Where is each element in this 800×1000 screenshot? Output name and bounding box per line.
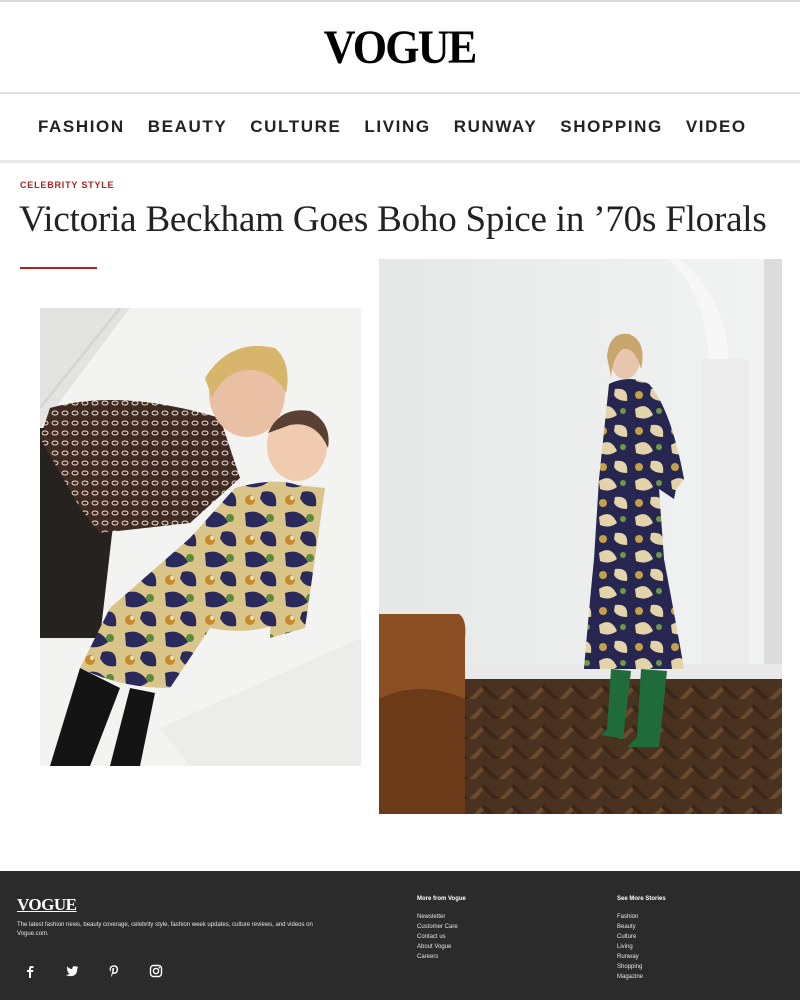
footer-more-heading: More from Vogue	[417, 896, 466, 902]
article-headline: Victoria Beckham Goes Boho Spice in ’70s…	[19, 199, 767, 240]
nav-item-culture[interactable]: CULTURE	[250, 117, 341, 137]
instagram-icon[interactable]	[148, 963, 164, 979]
article-rubric[interactable]: CELEBRITY STYLE	[20, 180, 114, 190]
footer-description: The latest fashion news, beauty coverage…	[17, 922, 313, 937]
nav-divider	[0, 160, 800, 163]
footer-link-about[interactable]: About Vogue	[417, 942, 466, 952]
footer-link-culture[interactable]: Culture	[617, 932, 666, 942]
nav-item-beauty[interactable]: BEAUTY	[148, 117, 228, 137]
vogue-logo[interactable]: VOGUE	[324, 20, 478, 75]
footer-link-contact[interactable]: Contact us	[417, 932, 466, 942]
social-links	[22, 963, 190, 979]
nav-item-video[interactable]: VIDEO	[686, 117, 747, 137]
footer-link-careers[interactable]: Careers	[417, 952, 466, 962]
nav-item-runway[interactable]: RUNWAY	[454, 117, 538, 137]
nav-item-living[interactable]: LIVING	[364, 117, 430, 137]
footer-link-shopping[interactable]: Shopping	[617, 962, 666, 972]
pinterest-icon[interactable]	[106, 963, 122, 979]
footer-link-magazine[interactable]: Magazine	[617, 972, 666, 982]
footer-stories-heading: See More Stories	[617, 896, 666, 902]
footer-logo[interactable]: VOGUE	[17, 895, 77, 915]
footer-link-beauty[interactable]: Beauty	[617, 922, 666, 932]
footer-see-more-stories: See More Stories Fashion Beauty Culture …	[617, 896, 666, 982]
headline-accent-rule	[20, 267, 97, 269]
footer-link-living[interactable]: Living	[617, 942, 666, 952]
masthead: VOGUE	[0, 2, 800, 92]
main-nav: FASHION BEAUTY CULTURE LIVING RUNWAY SHO…	[38, 94, 770, 160]
article-photo-lookbook-model	[379, 259, 782, 814]
footer-more-from-vogue: More from Vogue Newsletter Customer Care…	[417, 896, 466, 962]
footer-link-fashion[interactable]: Fashion	[617, 912, 666, 922]
site-footer: VOGUE The latest fashion news, beauty co…	[0, 871, 800, 1000]
facebook-icon[interactable]	[22, 963, 38, 979]
footer-link-customer-care[interactable]: Customer Care	[417, 922, 466, 932]
nav-item-fashion[interactable]: FASHION	[38, 117, 125, 137]
footer-link-runway[interactable]: Runway	[617, 952, 666, 962]
twitter-icon[interactable]	[64, 963, 80, 979]
footer-link-newsletter[interactable]: Newsletter	[417, 912, 466, 922]
article-photo-mother-daughter	[40, 308, 361, 766]
nav-item-shopping[interactable]: SHOPPING	[560, 117, 663, 137]
